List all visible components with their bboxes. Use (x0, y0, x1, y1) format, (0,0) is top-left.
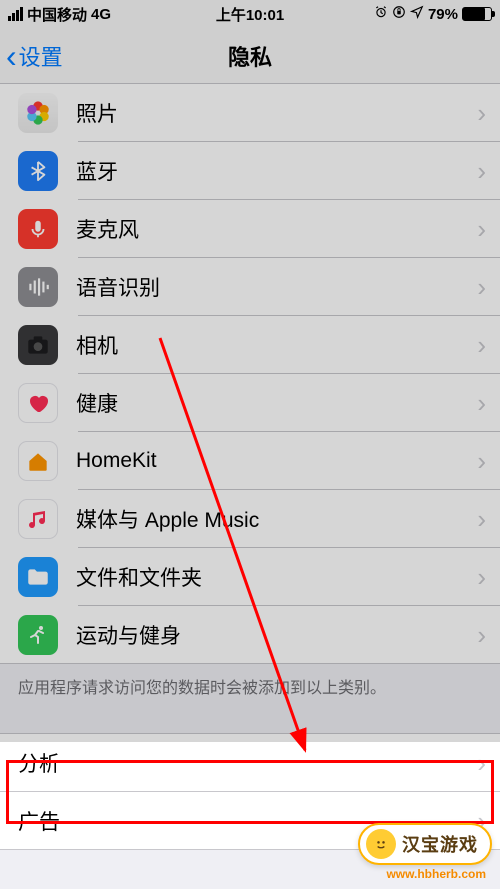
alarm-icon (374, 5, 388, 23)
nav-header: ‹ 设置 隐私 (0, 28, 500, 84)
chevron-right-icon: › (477, 272, 500, 303)
watermark: 汉宝游戏 www.hbherb.com (358, 823, 492, 881)
row-label: 健康 (76, 388, 477, 418)
camera-icon (18, 325, 58, 365)
row-label: HomeKit (76, 449, 477, 473)
photos-icon (18, 93, 58, 133)
carrier-label: 中国移动 (27, 4, 87, 25)
privacy-categories-list: 照片 › 蓝牙 › 麦克风 › 语音识别 › (0, 84, 500, 664)
speech-icon (18, 267, 58, 307)
watermark-url: www.hbherb.com (386, 867, 486, 881)
health-icon (18, 383, 58, 423)
bluetooth-icon (18, 151, 58, 191)
microphone-icon (18, 209, 58, 249)
status-left: 中国移动 4G (8, 4, 111, 25)
network-label: 4G (91, 6, 111, 23)
row-microphone[interactable]: 麦克风 › (0, 200, 500, 258)
chevron-right-icon: › (477, 620, 500, 651)
chevron-right-icon: › (477, 748, 500, 779)
chevron-right-icon: › (477, 388, 500, 419)
back-button[interactable]: ‹ 设置 (0, 40, 63, 72)
row-label: 文件和文件夹 (76, 562, 477, 592)
status-right: 79% (374, 5, 492, 23)
battery-pct: 79% (428, 6, 458, 23)
page-title: 隐私 (228, 40, 272, 72)
row-label: 语音识别 (76, 272, 477, 302)
row-analytics[interactable]: 分析 › (0, 734, 500, 792)
row-homekit[interactable]: HomeKit › (0, 432, 500, 490)
chevron-right-icon: › (477, 446, 500, 477)
row-label: 麦克风 (76, 214, 477, 244)
row-label: 照片 (76, 98, 477, 128)
location-icon (410, 5, 424, 23)
chevron-right-icon: › (477, 214, 500, 245)
watermark-badge: 汉宝游戏 (358, 823, 492, 865)
row-label: 分析 (18, 748, 477, 778)
chevron-left-icon: ‹ (6, 40, 17, 72)
row-photos[interactable]: 照片 › (0, 84, 500, 142)
group-footer-text: 应用程序请求访问您的数据时会被添加到以上类别。 (0, 664, 500, 712)
watermark-logo-icon (366, 829, 396, 859)
status-bar: 中国移动 4G 上午10:01 79% (0, 0, 500, 28)
row-camera[interactable]: 相机 › (0, 316, 500, 374)
row-music[interactable]: 媒体与 Apple Music › (0, 490, 500, 548)
orientation-lock-icon (392, 5, 406, 23)
row-label: 运动与健身 (76, 620, 477, 650)
row-files[interactable]: 文件和文件夹 › (0, 548, 500, 606)
row-label: 媒体与 Apple Music (76, 504, 477, 534)
chevron-right-icon: › (477, 98, 500, 129)
clock-label: 上午10:01 (216, 4, 284, 25)
chevron-right-icon: › (477, 504, 500, 535)
signal-icon (8, 7, 23, 21)
chevron-right-icon: › (477, 156, 500, 187)
files-icon (18, 557, 58, 597)
activity-icon (18, 615, 58, 655)
battery-icon (462, 7, 492, 21)
row-health[interactable]: 健康 › (0, 374, 500, 432)
row-bluetooth[interactable]: 蓝牙 › (0, 142, 500, 200)
music-icon (18, 499, 58, 539)
privacy-settings-screen: 中国移动 4G 上午10:01 79% ‹ 设置 隐私 (0, 0, 500, 889)
group-separator (0, 712, 500, 734)
homekit-icon (18, 441, 58, 481)
row-label: 相机 (76, 330, 477, 360)
row-speech[interactable]: 语音识别 › (0, 258, 500, 316)
row-label: 蓝牙 (76, 156, 477, 186)
row-activity[interactable]: 运动与健身 › (0, 606, 500, 664)
chevron-right-icon: › (477, 330, 500, 361)
watermark-text: 汉宝游戏 (402, 831, 478, 857)
back-label: 设置 (19, 40, 63, 72)
chevron-right-icon: › (477, 562, 500, 593)
